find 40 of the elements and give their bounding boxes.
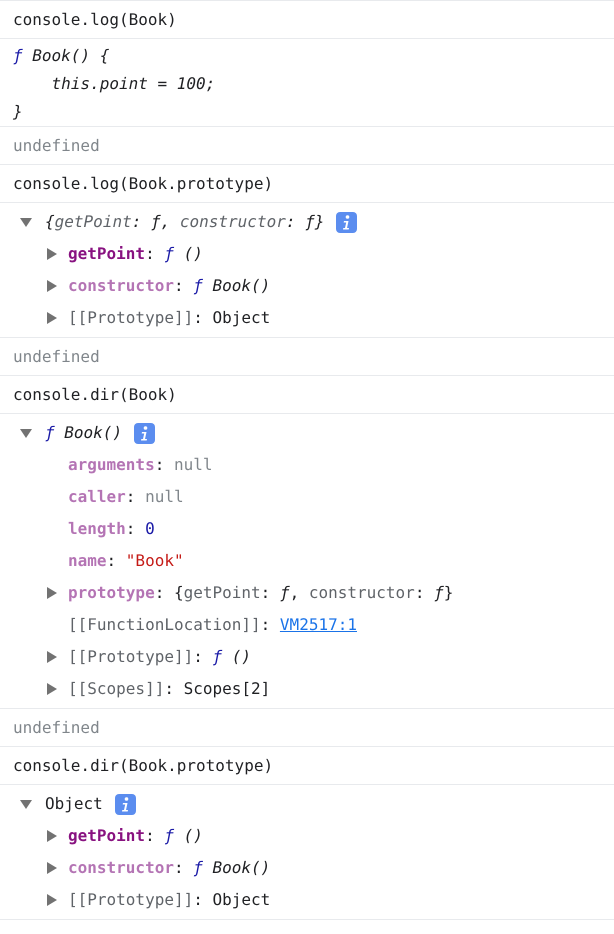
command-text: console.log(Book.prototype) [13,173,274,195]
object-summary: ƒ Book() [45,422,122,444]
collapsed-triangle-icon[interactable] [46,248,58,260]
property-line: length: 0 [68,518,155,540]
expanded-triangle-icon[interactable] [20,798,32,810]
property-line: [[FunctionLocation]]: VM2517:1 [68,614,357,636]
source-code-line: } [13,102,23,121]
command-text: console.log(Book) [13,9,178,31]
command-text: console.dir(Book) [13,384,178,406]
collapsed-triangle-icon[interactable] [46,280,58,292]
expanded-triangle-icon[interactable] [20,216,32,228]
collapsed-triangle-icon[interactable] [46,683,58,695]
property-line: [[Scopes]]: Scopes[2] [68,678,270,700]
property-line: prototype: {getPoint: ƒ, constructor: ƒ} [68,582,454,604]
source-code-line: this.point = 100; [50,74,216,93]
property-line: [[Prototype]]: Object [68,307,270,329]
property-line: getPoint: ƒ () [68,243,203,265]
property-line: [[Prototype]]: ƒ () [68,646,252,668]
collapsed-triangle-icon[interactable] [46,830,58,842]
collapsed-triangle-icon[interactable] [46,651,58,663]
collapsed-triangle-icon[interactable] [46,894,58,906]
command-text: console.dir(Book.prototype) [13,755,274,777]
collapsed-triangle-icon[interactable] [46,862,58,874]
source-link[interactable]: VM2517:1 [280,615,357,634]
object-summary: {getPoint: ƒ, constructor: ƒ} [45,211,324,233]
object-summary: Object [45,793,103,815]
result-text: undefined [13,717,101,739]
collapsed-triangle-icon[interactable] [46,587,58,599]
property-line: getPoint: ƒ () [68,825,203,847]
result-text: undefined [13,346,101,368]
property-line: name: "Book" [68,550,184,572]
property-line: arguments: null [68,454,212,476]
expanded-triangle-icon[interactable] [20,427,32,439]
source-code-line: ƒ Book() { [13,46,110,65]
property-line: caller: null [68,486,184,508]
property-line: constructor: ƒ Book() [68,857,270,879]
collapsed-triangle-icon[interactable] [46,312,58,324]
result-text: undefined [13,135,101,157]
property-line: constructor: ƒ Book() [68,275,270,297]
property-line: [[Prototype]]: Object [68,889,270,911]
